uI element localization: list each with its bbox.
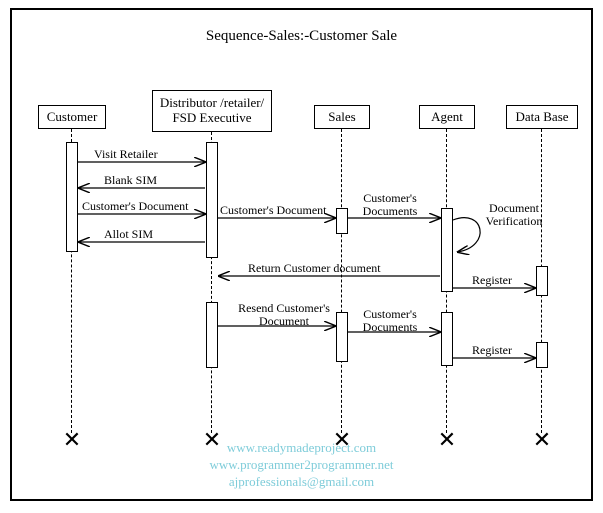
activation-db-2 — [536, 342, 548, 368]
participant-label: Sales — [328, 110, 355, 125]
activation-agent-2 — [441, 312, 453, 366]
activation-db-1 — [536, 266, 548, 296]
participant-retailer: Distributor /retailer/ FSD Executive — [152, 90, 272, 132]
participant-label: Customer — [47, 110, 98, 125]
activation-agent-1 — [441, 208, 453, 292]
message-label: Resend Customer's Document — [224, 302, 344, 328]
message-label: Blank SIM — [104, 174, 157, 187]
message-label: Document Verification — [474, 202, 554, 228]
message-label: Register — [472, 344, 512, 357]
message-label: Customer's Document — [82, 200, 188, 213]
activation-sales-1 — [336, 208, 348, 234]
message-label: Visit Retailer — [94, 148, 158, 161]
watermark-line: www.programmer2programmer.net — [12, 457, 591, 474]
watermark-line: www.readymadeproject.com — [12, 440, 591, 457]
diagram-title: Sequence-Sales:-Customer Sale — [12, 28, 591, 45]
lifeline-sales — [341, 129, 342, 433]
participant-label: Distributor /retailer/ FSD Executive — [160, 96, 264, 126]
message-arrows — [12, 10, 591, 499]
activation-retailer-2 — [206, 302, 218, 368]
message-label: Customer's Document — [220, 204, 326, 217]
participant-agent: Agent — [419, 105, 475, 129]
message-label: Allot SIM — [104, 228, 153, 241]
message-label: Register — [472, 274, 512, 287]
participant-label: Data Base — [515, 110, 568, 125]
message-label: Return Customer document — [248, 262, 381, 275]
watermark-line: ajprofessionals@gmail.com — [12, 474, 591, 491]
watermark: www.readymadeproject.com www.programmer2… — [12, 440, 591, 491]
diagram-frame: Sequence-Sales:-Customer Sale Customer D… — [10, 8, 593, 501]
message-label: Customer's Documents — [350, 192, 430, 218]
participant-database: Data Base — [506, 105, 578, 129]
activation-customer — [66, 142, 78, 252]
activation-retailer-1 — [206, 142, 218, 258]
participant-label: Agent — [431, 110, 463, 125]
participant-customer: Customer — [38, 105, 106, 129]
participant-sales: Sales — [314, 105, 370, 129]
message-label: Customer's Documents — [350, 308, 430, 334]
